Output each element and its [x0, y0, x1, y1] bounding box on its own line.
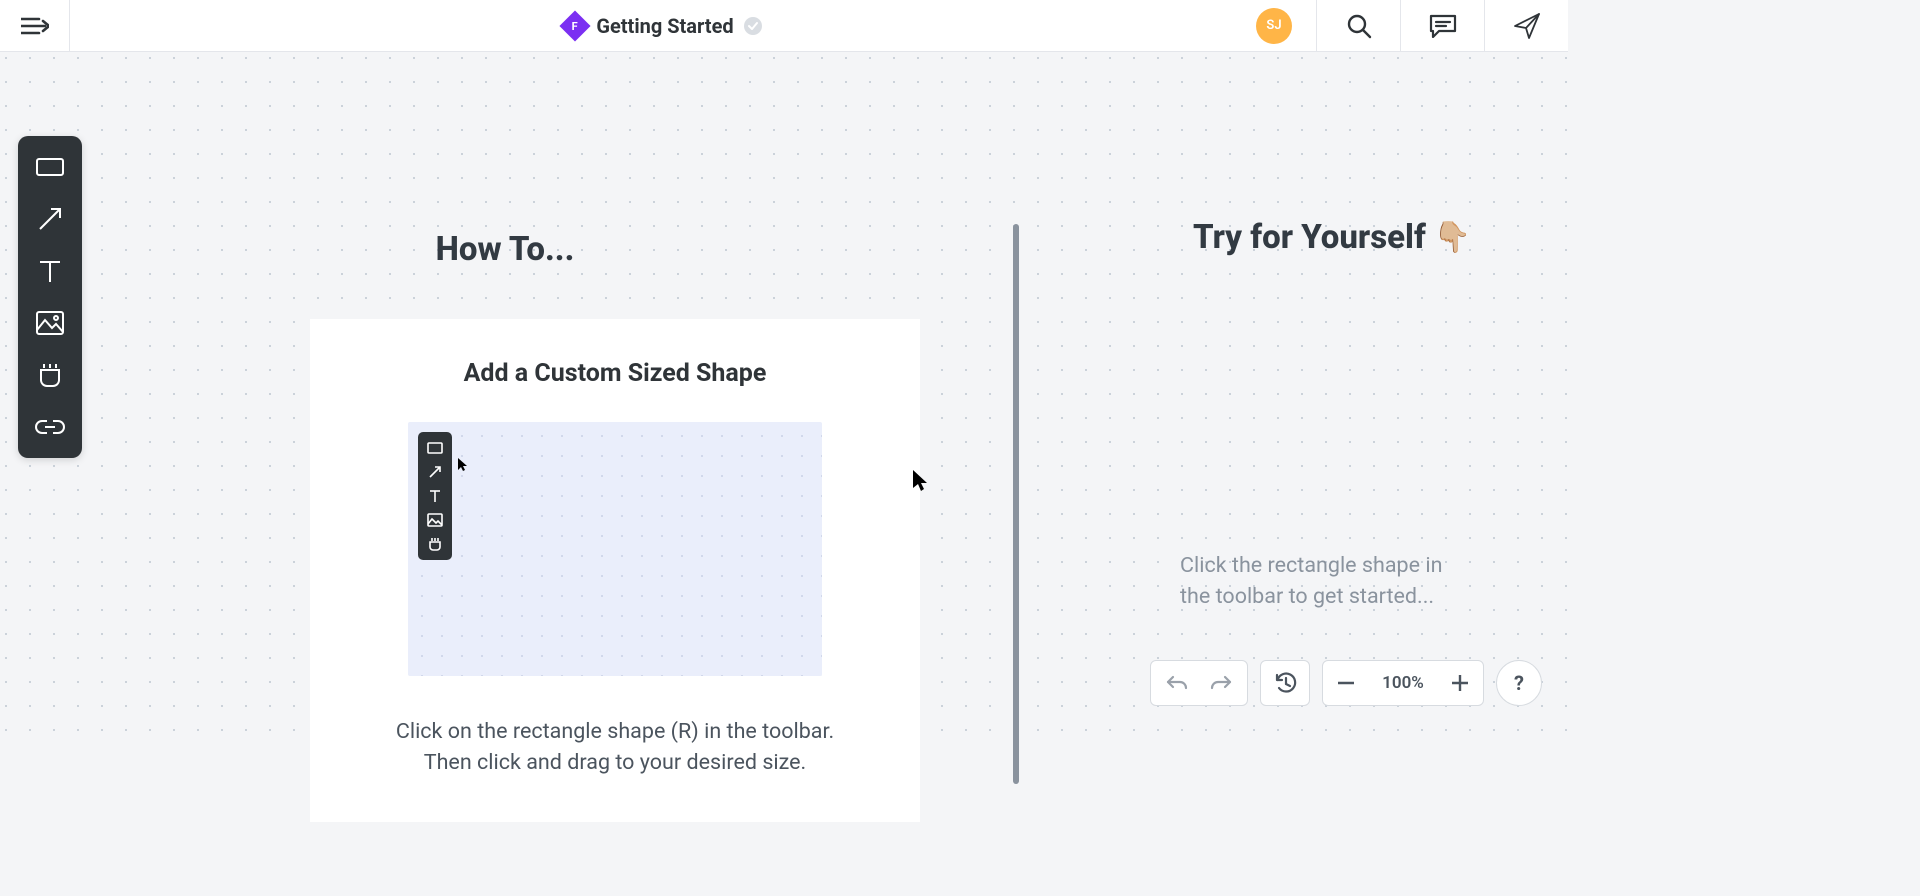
preview-tool-icon [422, 534, 448, 554]
tool-icon[interactable] [26, 356, 74, 394]
history-button[interactable] [1260, 660, 1310, 706]
top-bar-right: SJ [1256, 0, 1568, 51]
redo-icon [1210, 674, 1232, 692]
menu-toggle[interactable] [0, 0, 70, 51]
sync-status-icon [744, 17, 762, 35]
preview-tool-rectangle [422, 438, 448, 458]
canvas[interactable]: How To... Try for Yourself 👇🏼 Add a Cust… [0, 52, 1568, 732]
zoom-group: 100% [1322, 660, 1484, 706]
view-controls: 100% ? [1150, 660, 1542, 706]
app-logo-icon: F [560, 10, 591, 41]
history-icon [1273, 671, 1297, 695]
redo-button[interactable] [1199, 661, 1243, 705]
help-button[interactable]: ? [1496, 660, 1542, 706]
preview-tool-image [422, 510, 448, 530]
preview-toolbar [418, 432, 452, 560]
section-divider[interactable] [1013, 224, 1019, 784]
help-icon: ? [1514, 671, 1524, 695]
try-heading-text: Try for Yourself [1193, 218, 1426, 257]
undo-redo-group [1150, 660, 1248, 706]
howto-heading: How To... [0, 230, 1010, 269]
search-button[interactable] [1316, 0, 1400, 51]
top-bar: F Getting Started SJ [0, 0, 1568, 52]
shape-toolbar [18, 136, 82, 458]
tool-link[interactable] [26, 408, 74, 446]
pointing-down-icon: 👇🏼 [1434, 223, 1471, 253]
undo-icon [1166, 674, 1188, 692]
user-avatar[interactable]: SJ [1256, 8, 1292, 44]
tutorial-card-title: Add a Custom Sized Shape [354, 359, 876, 388]
app-logo-letter: F [572, 19, 578, 32]
tutorial-card[interactable]: Add a Custom Sized Shape Click on the re… [310, 319, 920, 822]
preview-cursor-icon [458, 458, 468, 475]
search-icon [1346, 13, 1372, 39]
zoom-in-button[interactable] [1437, 661, 1483, 705]
tutorial-preview [408, 422, 822, 676]
tutorial-instruction: Click on the rectangle shape (R) in the … [354, 716, 876, 778]
tool-image[interactable] [26, 304, 74, 342]
tool-arrow[interactable] [26, 200, 74, 238]
mouse-cursor-icon [913, 470, 929, 492]
tutorial-instruction-line1: Click on the rectangle shape (R) in the … [396, 719, 834, 744]
zoom-level[interactable]: 100% [1369, 673, 1437, 693]
document-title: Getting Started [596, 14, 733, 38]
menu-arrow-icon [21, 16, 49, 36]
comments-button[interactable] [1400, 0, 1484, 51]
send-icon [1513, 12, 1541, 40]
preview-tool-arrow [422, 462, 448, 482]
comments-icon [1429, 14, 1457, 38]
avatar-initials: SJ [1266, 18, 1281, 33]
tool-rectangle[interactable] [26, 148, 74, 186]
zoom-out-button[interactable] [1323, 661, 1369, 705]
tool-text[interactable] [26, 252, 74, 290]
document-title-area[interactable]: F Getting Started [70, 14, 1256, 38]
share-button[interactable] [1484, 0, 1568, 51]
tutorial-instruction-line2: Then click and drag to your desired size… [424, 750, 806, 775]
undo-button[interactable] [1155, 661, 1199, 705]
preview-tool-text [422, 486, 448, 506]
try-instruction: Click the rectangle shape in the toolbar… [1180, 550, 1470, 612]
try-heading: Try for Yourself 👇🏼 [1193, 218, 1471, 257]
